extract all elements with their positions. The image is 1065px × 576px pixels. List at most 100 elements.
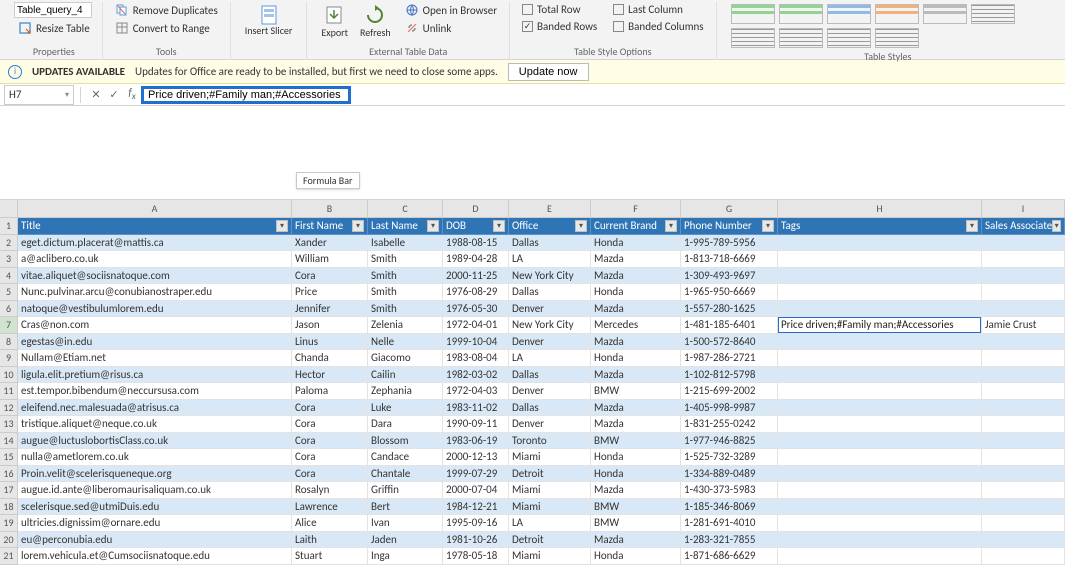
total-row-checkbox[interactable]: Total Row (518, 2, 601, 17)
cell[interactable]: Mazda (591, 251, 681, 268)
cell[interactable]: a@aclibero.co.uk (18, 251, 292, 268)
cell[interactable]: LA (509, 350, 591, 367)
cell[interactable]: Jennifer (292, 301, 368, 318)
cell[interactable]: 1988-08-15 (443, 235, 509, 252)
row-header[interactable]: 19 (0, 515, 18, 532)
cell[interactable] (778, 400, 982, 417)
column-header-B[interactable]: B (292, 200, 368, 218)
cell[interactable]: Laith (292, 532, 368, 549)
cell[interactable]: augue.id.ante@liberomaurisaliquam.co.uk (18, 482, 292, 499)
cell[interactable]: Smith (368, 251, 443, 268)
cell[interactable]: Lawrence (292, 499, 368, 516)
cell[interactable]: 1-977-946-8825 (681, 433, 778, 450)
cell[interactable] (982, 284, 1065, 301)
table-style-swatch[interactable] (827, 4, 871, 24)
cell[interactable] (778, 548, 982, 565)
cell[interactable] (778, 499, 982, 516)
cell[interactable]: Paloma (292, 383, 368, 400)
cell[interactable]: 1972-04-03 (443, 383, 509, 400)
cell[interactable]: 1-283-321-7855 (681, 532, 778, 549)
cell[interactable] (778, 367, 982, 384)
cell[interactable]: 1-334-889-0489 (681, 466, 778, 483)
row-header[interactable]: 1 (0, 218, 18, 235)
spreadsheet-grid[interactable]: 123456789101112131415161718192021 ABCDEF… (0, 200, 1065, 565)
table-style-swatch[interactable] (971, 4, 1015, 24)
cell[interactable] (982, 515, 1065, 532)
cell[interactable]: Nullam@Etiam.net (18, 350, 292, 367)
insert-slicer-button[interactable]: Insert Slicer (239, 2, 299, 38)
cell[interactable]: scelerisque.sed@utmiDuis.edu (18, 499, 292, 516)
cell[interactable] (982, 482, 1065, 499)
cell[interactable]: Candace (368, 449, 443, 466)
cell[interactable]: 1989-04-28 (443, 251, 509, 268)
cell[interactable] (982, 301, 1065, 318)
cell[interactable]: LA (509, 515, 591, 532)
cell[interactable]: Nunc.pulvinar.arcu@conubianostraper.edu (18, 284, 292, 301)
filter-dropdown-icon[interactable]: ▾ (665, 220, 677, 232)
table-name-input[interactable] (14, 2, 92, 18)
cell[interactable]: Dallas (509, 235, 591, 252)
cell[interactable]: Detroit (509, 532, 591, 549)
cell[interactable]: Bert (368, 499, 443, 516)
table-style-swatch[interactable] (827, 28, 871, 48)
cell[interactable]: tristique.aliquet@neque.co.uk (18, 416, 292, 433)
cell[interactable]: 1-481-185-6401 (681, 317, 778, 334)
cell[interactable]: Inga (368, 548, 443, 565)
filter-dropdown-icon[interactable]: ▾ (427, 220, 439, 232)
cell[interactable]: Luke (368, 400, 443, 417)
table-style-swatch[interactable] (875, 4, 919, 24)
cell[interactable]: Zelenia (368, 317, 443, 334)
row-header[interactable]: 15 (0, 449, 18, 466)
cell[interactable] (778, 433, 982, 450)
row-header[interactable]: 13 (0, 416, 18, 433)
cell[interactable]: Xander (292, 235, 368, 252)
cell[interactable]: nulla@ametlorem.co.uk (18, 449, 292, 466)
name-box[interactable]: H7 ▾ (4, 85, 74, 105)
cell[interactable] (982, 350, 1065, 367)
cell[interactable]: Chanda (292, 350, 368, 367)
cell[interactable]: lorem.vehicula.et@Cumsociisnatoque.edu (18, 548, 292, 565)
row-header[interactable]: 14 (0, 433, 18, 450)
table-header-assoc[interactable]: Sales Associate▾ (982, 218, 1065, 235)
cell[interactable]: Mazda (591, 400, 681, 417)
row-header[interactable]: 16 (0, 466, 18, 483)
row-header[interactable]: 8 (0, 334, 18, 351)
table-header-last[interactable]: Last Name▾ (368, 218, 443, 235)
column-header-A[interactable]: A (18, 200, 292, 218)
cell[interactable] (778, 235, 982, 252)
cell[interactable]: Cras@non.com (18, 317, 292, 334)
cell[interactable]: 1995-09-16 (443, 515, 509, 532)
cell[interactable] (982, 532, 1065, 549)
select-all-corner[interactable] (0, 200, 18, 218)
cell[interactable]: Alice (292, 515, 368, 532)
cell[interactable]: 1978-05-18 (443, 548, 509, 565)
cell[interactable] (778, 515, 982, 532)
cell[interactable] (778, 383, 982, 400)
table-style-swatch[interactable] (731, 4, 775, 24)
cell[interactable]: ultricies.dignissim@ornare.edu (18, 515, 292, 532)
cell[interactable]: 1-500-572-8640 (681, 334, 778, 351)
cell[interactable]: BMW (591, 383, 681, 400)
row-header[interactable]: 7 (0, 317, 18, 334)
cell[interactable] (778, 416, 982, 433)
cell[interactable] (778, 482, 982, 499)
cell[interactable]: Proin.velit@scelerisqueneque.org (18, 466, 292, 483)
cell[interactable]: Honda (591, 449, 681, 466)
cell[interactable]: 1-215-699-2002 (681, 383, 778, 400)
cell[interactable]: Miami (509, 449, 591, 466)
cell[interactable]: Jason (292, 317, 368, 334)
cell[interactable]: 1982-03-02 (443, 367, 509, 384)
cell[interactable]: 2000-11-25 (443, 268, 509, 285)
column-header-I[interactable]: I (982, 200, 1065, 218)
column-header-D[interactable]: D (443, 200, 509, 218)
update-now-button[interactable]: Update now (508, 63, 589, 81)
cell[interactable]: Cora (292, 268, 368, 285)
table-header-brand[interactable]: Current Brand▾ (591, 218, 681, 235)
cell[interactable]: Mazda (591, 334, 681, 351)
remove-duplicates-button[interactable]: Remove Duplicates (111, 2, 222, 18)
cell[interactable]: Mercedes (591, 317, 681, 334)
cell[interactable]: BMW (591, 433, 681, 450)
cell[interactable]: Griffin (368, 482, 443, 499)
cell[interactable]: 1999-10-04 (443, 334, 509, 351)
row-header[interactable]: 6 (0, 301, 18, 318)
